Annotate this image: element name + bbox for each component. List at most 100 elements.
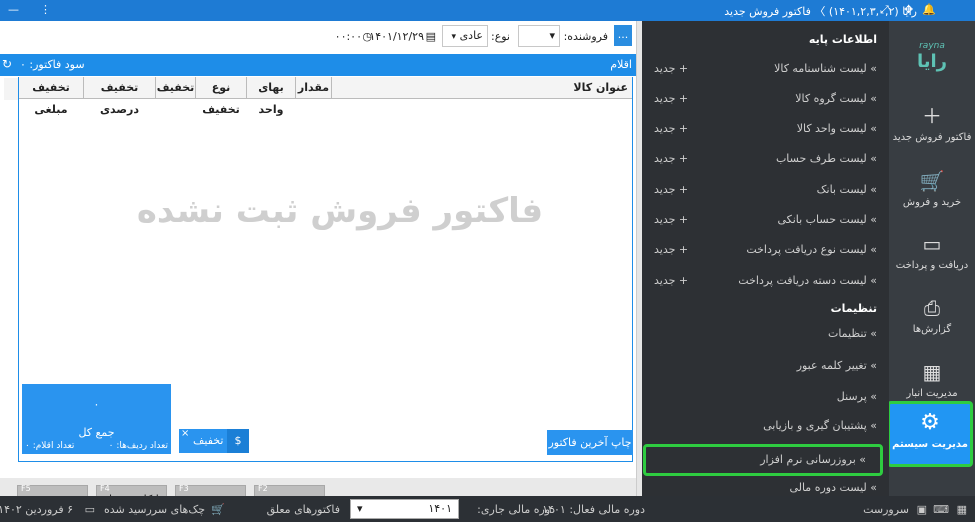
menu-item-software-update[interactable]: » بروزرسانی نرم افزار xyxy=(643,444,883,476)
new-link[interactable]: + جدید xyxy=(654,235,688,265)
menu-item-payment-category-list[interactable]: » لیست دسته دریافت پرداخت + جدید xyxy=(642,266,889,296)
sidebar-item-buy-sell[interactable]: 🛒 خرید و فروش xyxy=(889,168,975,228)
sidebar-item-new-sales-invoice[interactable]: ＋ فاکتور فروش جدید xyxy=(889,103,975,163)
basket-icon: 🛒 xyxy=(211,503,225,516)
column-edge xyxy=(4,78,18,100)
sidebar-item-reports[interactable]: ⎙ گزارش‌ها xyxy=(889,295,975,355)
server-icon: ▣ xyxy=(916,503,927,516)
sidebar-item-label: مدیریت سیستم xyxy=(892,439,968,450)
calculator-icon[interactable]: ▦ xyxy=(957,503,967,516)
sidebar-item-label: دریافت و پرداخت xyxy=(895,260,969,271)
new-link[interactable]: + جدید xyxy=(654,144,688,174)
seller-lookup-button[interactable]: ... xyxy=(614,25,632,46)
new-link[interactable]: + جدید xyxy=(654,114,688,144)
column-discount-type[interactable]: نوع تخفیف xyxy=(195,77,246,116)
menu-item-label: » لیست واحد کالا xyxy=(796,122,877,135)
sidebar-item-label: گزارش‌ها xyxy=(912,324,952,335)
printer-icon: ⎙ xyxy=(924,296,940,320)
bell-icon[interactable]: 🔔 xyxy=(922,3,936,16)
menu-item-settings[interactable]: » تنظیمات xyxy=(642,319,889,349)
menu-item-label: » لیست دسته دریافت پرداخت xyxy=(738,274,877,287)
card-icon: ▭ xyxy=(84,503,95,516)
sidebar-item-receive-pay[interactable]: ▭ دریافت و پرداخت xyxy=(889,231,975,291)
logo-persian: رایا xyxy=(916,51,948,72)
current-date: ۶ فروردین ۱۴۰۲ xyxy=(0,503,73,516)
cart-plus-icon: ＋ xyxy=(922,104,942,128)
clock-icon[interactable]: ◷ xyxy=(362,30,372,43)
chevron-down-icon: ▾ xyxy=(357,502,363,515)
column-unit-price[interactable]: بهای واحد xyxy=(246,77,295,116)
window-title: رایا (۱۴۰۱,۲,۳,۰,۲) 〉 فاکتور فروش جدید xyxy=(724,5,917,18)
menu-item-change-password[interactable]: » تغییر کلمه عبور xyxy=(642,351,889,381)
panel-divider[interactable] xyxy=(636,21,642,496)
keyboard-icon[interactable]: ⌨ xyxy=(933,503,949,516)
title-bar: — ⋮ ⤢ ✥ 🔔 رایا (۱۴۰۱,۲,۳,۰,۲) 〉 فاکتور ف… xyxy=(0,0,975,21)
new-link[interactable]: + جدید xyxy=(654,266,688,296)
total-title: جمع کل xyxy=(78,426,115,439)
menu-dots-icon[interactable]: ⋮ xyxy=(40,3,51,16)
calendar-icon[interactable]: ▤ xyxy=(426,30,436,43)
menu-item-backup-restore[interactable]: » پشتیبان گیری و بازیابی xyxy=(642,411,889,441)
sidebar-item-label: فاکتور فروش جدید xyxy=(892,132,972,143)
seller-select[interactable]: ▾ xyxy=(518,25,560,47)
column-discount[interactable]: تخفیف xyxy=(155,77,195,99)
type-label: نوع: xyxy=(490,30,510,43)
chevron-down-icon: ▾ xyxy=(549,29,555,42)
minimize-button[interactable]: — xyxy=(8,3,19,16)
new-link[interactable]: + جدید xyxy=(654,54,688,84)
sidebar-item-system-management[interactable]: ⚙ مدیریت سیستم xyxy=(887,401,973,467)
invoice-date[interactable]: ۱۴۰۱/۱۲/۲۹ xyxy=(369,30,424,43)
menu-item-label: » لیست طرف حساب xyxy=(775,152,877,165)
menu-item-personnel[interactable]: » پرسنل xyxy=(642,382,889,412)
settings-header: تنظیمات xyxy=(830,302,877,315)
due-cheques[interactable]: چک‌های سررسید شده xyxy=(104,503,205,516)
discount-label: تخفیف xyxy=(193,434,224,447)
menu-item-label: » لیست بانک xyxy=(816,183,877,196)
column-quantity[interactable]: مقدار xyxy=(295,77,331,99)
discount-button[interactable]: $ تخفیف × xyxy=(179,428,249,453)
card-icon: ▭ xyxy=(922,232,942,256)
type-select[interactable]: عادی ▾ xyxy=(442,25,488,47)
column-product-title[interactable]: عنوان کالا xyxy=(331,77,632,99)
total-summary-card: ۰ جمع کل تعداد ردیف‌ها: ۰ تعداد اقلام: ۰ xyxy=(22,384,171,454)
menu-item-bank-account-list[interactable]: » لیست حساب بانکی + جدید xyxy=(642,205,889,235)
current-fiscal-year-select[interactable]: ۱۴۰۱ ▾ xyxy=(350,499,459,519)
sidebar-item-label: خرید و فروش xyxy=(902,197,962,208)
invoice-profit: سود فاکتور: ۰ xyxy=(20,58,85,71)
new-link[interactable]: + جدید xyxy=(654,84,688,114)
menu-item-label: » لیست نوع دریافت پرداخت xyxy=(746,243,877,256)
current-fiscal-year-label: دوره مالی جاری: xyxy=(477,503,555,516)
column-percent-discount[interactable]: تخفیف درصدی xyxy=(83,77,155,116)
menu-item-label: » پشتیبان گیری و بازیابی xyxy=(763,419,877,432)
close-icon[interactable]: × xyxy=(181,422,189,446)
menu-item-label: » تنظیمات xyxy=(827,327,877,340)
dollar-icon: $ xyxy=(227,429,249,453)
cart-icon: 🛒 xyxy=(919,169,945,193)
items-header-bar: اقلام سود فاکتور: ۰ ↻ xyxy=(0,54,636,76)
menu-item-bank-list[interactable]: » لیست بانک + جدید xyxy=(642,175,889,205)
menu-item-payment-type-list[interactable]: » لیست نوع دریافت پرداخت + جدید xyxy=(642,235,889,265)
pending-invoices[interactable]: فاکتورهای معلق xyxy=(267,503,340,516)
menu-item-product-list[interactable]: » لیست شناسنامه کالا + جدید xyxy=(642,54,889,84)
seller-label: فروشنده: xyxy=(563,30,608,43)
base-info-header: اطلاعات پایه xyxy=(808,33,877,46)
invoice-panel: ... فروشنده: ▾ نوع: عادی ▾ ▤ ۱۴۰۱/۱۲/۲۹ … xyxy=(0,21,636,517)
menu-item-label: » لیست گروه کالا xyxy=(795,92,877,105)
new-link[interactable]: + جدید xyxy=(654,175,688,205)
menu-item-party-list[interactable]: » لیست طرف حساب + جدید xyxy=(642,144,889,174)
gear-icon: ⚙ xyxy=(920,410,940,435)
invoice-time[interactable]: ۰۰:۰۰ xyxy=(335,30,362,43)
refresh-icon[interactable]: ↻ xyxy=(2,57,12,71)
logo-english: rayna xyxy=(919,41,945,51)
unsaved-invoice-watermark: فاکتور فروش ثبت نشده xyxy=(136,191,544,231)
print-last-invoice-button[interactable]: چاپ آخرین فاکتور xyxy=(547,430,633,455)
column-amount-discount[interactable]: تخفیف مبلغی xyxy=(19,77,83,116)
menu-item-label: » لیست حساب بانکی xyxy=(777,213,877,226)
raya-logo: rayna رایا xyxy=(901,41,963,97)
active-fiscal-year: دوره مالی فعال: ۱۴۰۱ xyxy=(542,503,645,516)
grid-icon: ▦ xyxy=(922,360,942,384)
new-link[interactable]: + جدید xyxy=(654,205,688,235)
server-name: سرورست xyxy=(863,503,909,516)
menu-item-product-group[interactable]: » لیست گروه کالا + جدید xyxy=(642,84,889,114)
menu-item-product-unit[interactable]: » لیست واحد کالا + جدید xyxy=(642,114,889,144)
